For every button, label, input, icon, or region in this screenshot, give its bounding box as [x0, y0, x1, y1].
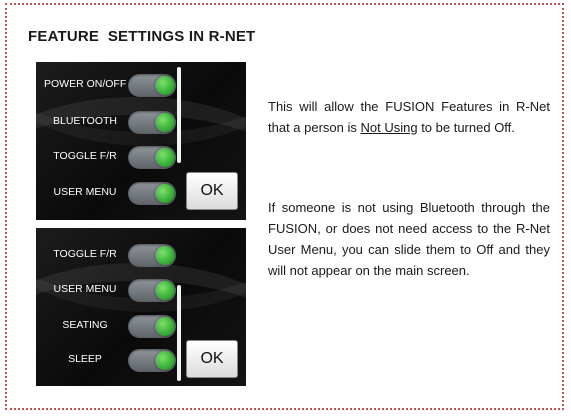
setting-label: POWER ON/OFF — [44, 78, 127, 90]
setting-label: BLUETOOTH — [53, 115, 117, 127]
not-using-emphasis: Not Using — [360, 120, 418, 135]
toggle-knob — [155, 351, 174, 370]
rnet-screen-2: TOGGLE F/R USER MENU SEATING SLEEP OK — [36, 228, 246, 386]
setting-row-user-menu: USER MENU — [36, 276, 176, 306]
setting-row-user-menu: USER MENU — [36, 179, 176, 209]
toggle-knob — [155, 148, 174, 167]
toggle-fr-toggle[interactable] — [128, 244, 176, 267]
setting-row-sleep: SLEEP — [36, 346, 176, 376]
toggle-knob — [155, 281, 174, 300]
setting-row-seating: SEATING — [36, 312, 176, 342]
setting-row-toggle-fr: TOGGLE F/R — [36, 143, 176, 173]
description-paragraph-2: If someone is not using Bluetooth throug… — [268, 200, 550, 278]
setting-row-bluetooth: BLUETOOTH — [36, 108, 176, 138]
bluetooth-toggle[interactable] — [128, 111, 176, 134]
scrollbar[interactable] — [177, 67, 181, 163]
setting-row-toggle-fr: TOGGLE F/R — [36, 241, 176, 271]
seating-toggle[interactable] — [128, 315, 176, 338]
scrollbar[interactable] — [177, 285, 181, 381]
setting-label: USER MENU — [53, 283, 117, 295]
user-menu-toggle[interactable] — [128, 279, 176, 302]
rnet-screen-1: POWER ON/OFF BLUETOOTH TOGGLE F/R USER M… — [36, 62, 246, 220]
toggle-knob — [155, 184, 174, 203]
toggle-knob — [155, 317, 174, 336]
setting-row-power: POWER ON/OFF — [36, 71, 176, 101]
toggle-knob — [155, 246, 174, 265]
section-heading: FEATURE SETTINGS IN R-NET — [28, 28, 256, 45]
ok-button[interactable]: OK — [186, 172, 238, 210]
toggle-fr-toggle[interactable] — [128, 146, 176, 169]
toggle-knob — [155, 113, 174, 132]
user-menu-toggle[interactable] — [128, 182, 176, 205]
description-paragraph-1: This will allow the FUSION Features in R… — [268, 99, 550, 135]
setting-label: SEATING — [62, 319, 108, 331]
setting-label: TOGGLE F/R — [53, 248, 117, 260]
setting-label: SLEEP — [68, 353, 102, 365]
setting-label: USER MENU — [53, 186, 117, 198]
power-toggle[interactable] — [128, 74, 176, 97]
toggle-knob — [155, 76, 174, 95]
setting-label: TOGGLE F/R — [53, 150, 117, 162]
ok-button[interactable]: OK — [186, 340, 238, 378]
sleep-toggle[interactable] — [128, 349, 176, 372]
